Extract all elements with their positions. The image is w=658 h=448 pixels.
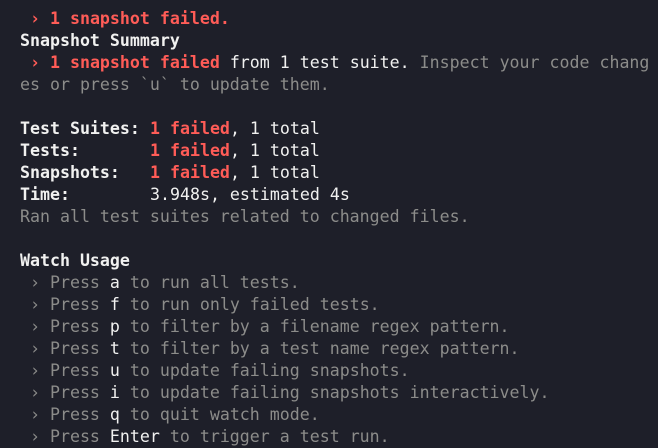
watch-key: f	[109, 295, 120, 314]
snapshots-label: Snapshots:	[20, 163, 120, 182]
snapshots-failed: 1 failed	[150, 163, 230, 182]
watch-usage-item-f: › Press f to run only failed tests.	[20, 294, 652, 316]
snapshots-row: Snapshots: 1 failed, 1 total	[20, 162, 652, 184]
tests-row: Tests: 1 failed, 1 total	[20, 140, 652, 162]
watch-usage-item-p: › Press p to filter by a filename regex …	[20, 316, 652, 338]
ran-note-row: Ran all test suites related to changed f…	[20, 206, 652, 228]
failure-header-line: › 1 snapshot failed.	[20, 8, 652, 30]
snapshots-total: , 1 total	[229, 163, 320, 182]
snapshot-from-text: from 1 test suite.	[219, 53, 420, 72]
watch-key: q	[109, 405, 120, 424]
test-suites-row: Test Suites: 1 failed, 1 total	[20, 118, 652, 140]
watch-desc: to update failing snapshots.	[119, 361, 410, 380]
watch-arrow-press: › Press	[20, 383, 110, 402]
snapshot-summary-line: › 1 snapshot failed from 1 test suite. I…	[20, 52, 652, 74]
watch-key: i	[109, 383, 120, 402]
snapshot-hint-part1: Inspect your code chang	[419, 53, 650, 72]
test-suites-label: Test Suites:	[20, 119, 140, 138]
watch-arrow-press: › Press	[20, 295, 110, 314]
watch-usage-item-enter: › Press Enter to trigger a test run.	[20, 426, 652, 448]
watch-key: Enter	[109, 427, 160, 446]
tests-failed: 1 failed	[150, 141, 230, 160]
ran-note: Ran all test suites related to changed f…	[20, 207, 470, 226]
snapshot-hint-part2: es or press `u` to update them.	[20, 75, 330, 94]
tests-total: , 1 total	[229, 141, 320, 160]
failure-header-text: 1 snapshot failed.	[49, 9, 230, 28]
watch-key: t	[109, 339, 120, 358]
watch-key: p	[109, 317, 120, 336]
watch-usage-title-text: Watch Usage	[20, 251, 130, 270]
snapshot-summary-arrow: ›	[20, 53, 50, 72]
watch-arrow-press: › Press	[20, 317, 110, 336]
watch-desc: to update failing snapshots interactivel…	[119, 383, 550, 402]
watch-desc: to run only failed tests.	[119, 295, 380, 314]
watch-key: u	[109, 361, 120, 380]
watch-desc: to quit watch mode.	[119, 405, 320, 424]
test-suites-failed: 1 failed	[150, 119, 230, 138]
watch-arrow-press: › Press	[20, 427, 110, 446]
watch-usage-item-u: › Press u to update failing snapshots.	[20, 360, 652, 382]
watch-desc: to trigger a test run.	[159, 427, 390, 446]
time-label: Time:	[20, 185, 70, 204]
snapshot-failed-count: 1 snapshot failed	[49, 53, 220, 72]
watch-desc: to filter by a test name regex pattern.	[119, 339, 520, 358]
watch-arrow-press: › Press	[20, 339, 110, 358]
watch-desc: to run all tests.	[119, 273, 300, 292]
watch-arrow-press: › Press	[20, 273, 110, 292]
time-row: Time: 3.948s, estimated 4s	[20, 184, 652, 206]
failure-header-arrow: ›	[20, 9, 50, 28]
tests-label: Tests:	[20, 141, 80, 160]
watch-usage-title: Watch Usage	[20, 250, 652, 272]
snapshot-summary-title-text: Snapshot Summary	[20, 31, 180, 50]
watch-usage-item-a: › Press a to run all tests.	[20, 272, 652, 294]
watch-usage-item-q: › Press q to quit watch mode.	[20, 404, 652, 426]
watch-usage-item-i: › Press i to update failing snapshots in…	[20, 382, 652, 404]
test-suites-total: , 1 total	[229, 119, 320, 138]
time-value: 3.948s, estimated 4s	[150, 185, 350, 204]
watch-arrow-press: › Press	[20, 405, 110, 424]
watch-desc: to filter by a filename regex pattern.	[119, 317, 510, 336]
terminal-output: › 1 snapshot failed. Snapshot Summary › …	[20, 8, 652, 448]
watch-usage-item-t: › Press t to filter by a test name regex…	[20, 338, 652, 360]
watch-key: a	[109, 273, 120, 292]
watch-arrow-press: › Press	[20, 361, 110, 380]
snapshot-hint-wrap-line: es or press `u` to update them.	[20, 74, 652, 96]
snapshot-summary-title: Snapshot Summary	[20, 30, 652, 52]
